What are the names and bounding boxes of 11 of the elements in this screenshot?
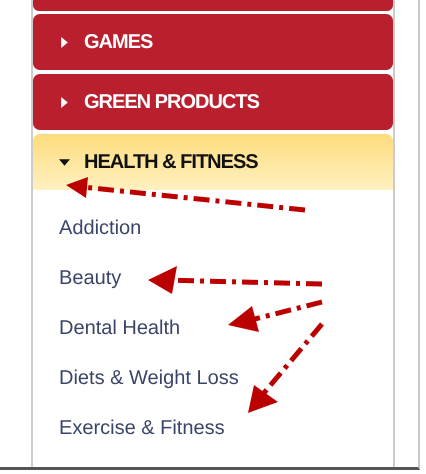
category-header[interactable]: GAMES [33, 14, 393, 70]
category-header[interactable]: GREEN PRODUCTS [33, 74, 393, 130]
subcategory-link[interactable]: Exercise & Fitness [33, 403, 225, 453]
caret-right-icon [59, 96, 70, 108]
caret-right-icon [59, 36, 70, 48]
subcategory-link[interactable]: Diets & Weight Loss [33, 353, 239, 403]
category-header[interactable]: HEALTH & FITNESS [33, 134, 393, 190]
subcategory-link[interactable]: Addiction [33, 203, 142, 253]
caret-down-icon [59, 156, 70, 168]
subcategory-link[interactable]: Beauty [33, 253, 122, 303]
subcategory-link[interactable]: Dental Health [33, 303, 180, 353]
